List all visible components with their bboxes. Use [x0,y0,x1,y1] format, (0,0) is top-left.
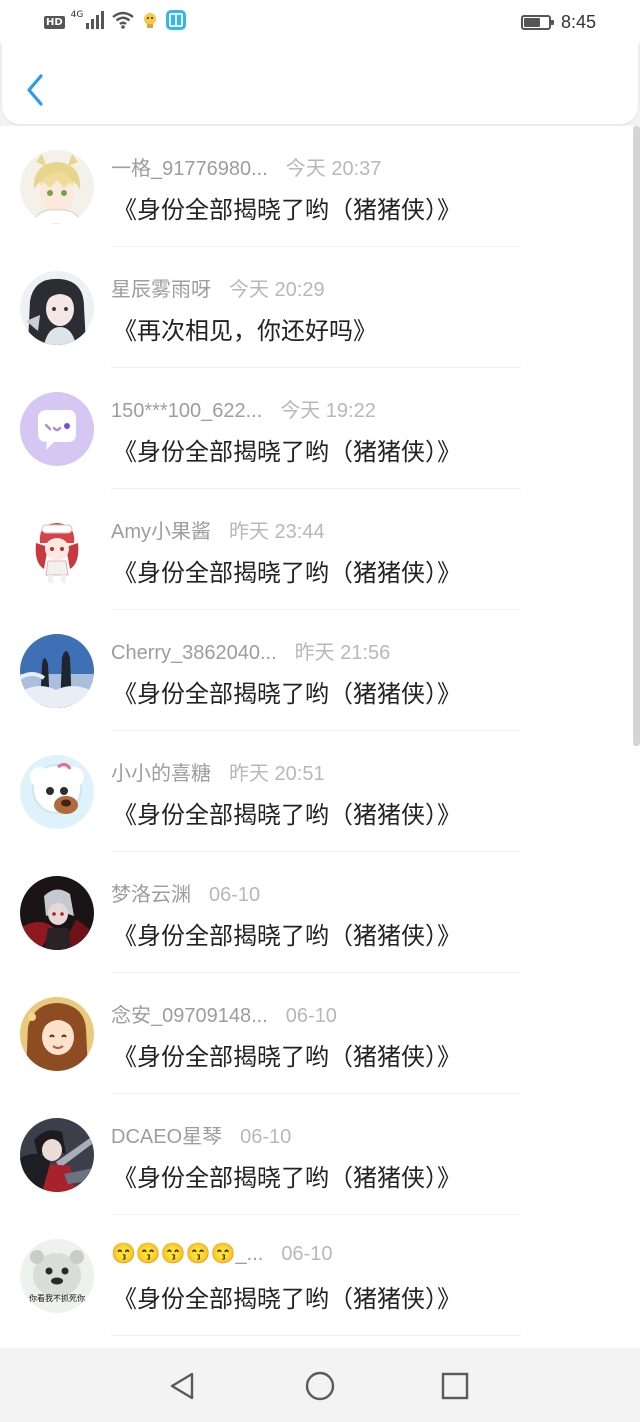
status-bar-left: HD 4G [44,10,187,34]
recents-square-icon [441,1372,469,1400]
battery-icon [520,14,554,30]
item-message[interactable]: 《身份全部揭晓了哟（猪猪侠）》 [113,674,461,709]
status-bar-right: 8:45 [520,10,596,34]
avatar[interactable] [20,513,94,587]
item-header: 梦洛云渊 06-10 [111,878,260,906]
list-item[interactable]: 星辰雾雨呀 今天 20:29 《再次相见，你还好吗》 [0,247,640,368]
nav-back-button[interactable] [166,1368,202,1404]
back-triangle-icon [170,1372,194,1400]
avatar[interactable] [20,1118,94,1192]
avatar[interactable] [20,150,94,224]
item-time: 06-10 [281,1243,333,1265]
avatar[interactable] [20,271,94,345]
item-header: Cherry_3862040... 昨天 21:56 [111,636,390,664]
list-item[interactable]: 你看我不抓死你 😙😙😙😙😙_... 06-10 《身份全部揭晓了哟（猪猪侠）》 [0,1215,640,1336]
avatar[interactable] [20,634,94,708]
message-list[interactable]: 一格_91776980... 今天 20:37 《身份全部揭晓了哟（猪猪侠）》 星… [0,126,640,1348]
item-message[interactable]: 《身份全部揭晓了哟（猪猪侠）》 [113,1279,461,1314]
item-header: Amy小果酱 昨天 23:44 [111,515,325,543]
item-name[interactable]: 150***100_622... [111,400,262,423]
item-time: 昨天 21:56 [294,642,391,664]
list-item[interactable]: Amy小果酱 昨天 23:44 《身份全部揭晓了哟（猪猪侠）》 [0,489,640,610]
avatar[interactable] [20,755,94,829]
hd-badge-icon: HD [44,15,65,29]
item-header: DCAEO星琴 06-10 [111,1120,291,1148]
item-time: 今天 20:37 [285,158,382,180]
system-nav-bar [0,1350,640,1422]
item-time: 06-10 [285,1005,337,1027]
item-name[interactable]: 😙😙😙😙😙_... [111,1241,263,1266]
item-time: 今天 19:22 [280,400,376,422]
signal-icon [85,11,105,33]
anime-girl-brown-hair-avatar [20,997,94,1071]
item-message[interactable]: 《再次相见，你还好吗》 [113,311,377,346]
item-message[interactable]: 《身份全部揭晓了哟（猪猪侠）》 [113,1158,461,1193]
list-item[interactable]: 念安_09709148... 06-10 《身份全部揭晓了哟（猪猪侠）》 [0,973,640,1094]
divider [111,1335,521,1336]
top-bar [2,40,638,124]
nav-home-button[interactable] [302,1368,338,1404]
home-circle-icon [305,1371,335,1401]
chevron-left-icon [27,74,43,106]
avatar-caption: 你看我不抓死你 [29,1293,85,1303]
meme-bear-avatar: 你看我不抓死你 [20,1239,94,1313]
item-time: 06-10 [240,1126,292,1148]
winter-scene-avatar [20,634,94,708]
item-message[interactable]: 《身份全部揭晓了哟（猪猪侠）》 [113,1037,461,1072]
status-time: 8:45 [560,11,596,32]
chibi-girl-red-avatar [20,513,94,587]
reader-app-icon [165,9,187,35]
list-item[interactable]: DCAEO星琴 06-10 《身份全部揭晓了哟（猪猪侠）》 [0,1094,640,1215]
back-button[interactable] [22,72,48,108]
avatar[interactable] [20,392,94,466]
item-name[interactable]: 一格_91776980... [111,152,268,181]
item-name[interactable]: Cherry_3862040... [111,642,277,665]
item-time: 06-10 [209,884,261,906]
notification-app-icon [141,11,159,33]
item-header: 😙😙😙😙😙_... 06-10 [111,1241,332,1269]
item-message[interactable]: 《身份全部揭晓了哟（猪猪侠）》 [113,190,461,225]
item-time: 昨天 20:51 [229,763,325,785]
avatar[interactable]: 你看我不抓死你 [20,1239,94,1313]
signal-type-label: 4G [70,10,84,20]
item-header: 一格_91776980... 今天 20:37 [111,152,381,180]
list-item[interactable]: 150***100_622... 今天 19:22 《身份全部揭晓了哟（猪猪侠）》 [0,368,640,489]
item-name[interactable]: 念安_09709148... [111,999,268,1028]
dark-red-anime-avatar [20,876,94,950]
nav-recents-button[interactable] [437,1368,473,1404]
default-chat-bubble-avatar [20,392,94,466]
item-header: 念安_09709148... 06-10 [111,999,337,1027]
item-name[interactable]: 小小的喜糖 [111,757,211,786]
item-header: 星辰雾雨呀 今天 20:29 [111,273,325,301]
item-message[interactable]: 《身份全部揭晓了哟（猪猪侠）》 [113,432,461,467]
avatar[interactable] [20,876,94,950]
item-name[interactable]: Amy小果酱 [111,515,211,544]
list-item[interactable]: 小小的喜糖 昨天 20:51 《身份全部揭晓了哟（猪猪侠）》 [0,731,640,852]
anime-warrior-avatar [20,1118,94,1192]
item-name[interactable]: DCAEO星琴 [111,1120,222,1149]
item-name[interactable]: 星辰雾雨呀 [111,273,211,302]
avatar[interactable] [20,997,94,1071]
list-item[interactable]: Cherry_3862040... 昨天 21:56 《身份全部揭晓了哟（猪猪侠）… [0,610,640,731]
scrollbar[interactable] [633,126,640,746]
item-name[interactable]: 梦洛云渊 [111,878,191,907]
item-time: 今天 20:29 [229,279,325,301]
item-header: 150***100_622... 今天 19:22 [111,394,376,422]
list-item[interactable]: 一格_91776980... 今天 20:37 《身份全部揭晓了哟（猪猪侠）》 [0,126,640,247]
item-message[interactable]: 《身份全部揭晓了哟（猪猪侠）》 [113,916,461,951]
item-header: 小小的喜糖 昨天 20:51 [111,757,325,785]
anime-boy-blonde-avatar [20,150,94,224]
status-bar: HD 4G 8:45 [0,0,640,44]
cartoon-sheep-avatar [20,755,94,829]
item-message[interactable]: 《身份全部揭晓了哟（猪猪侠）》 [113,795,461,830]
anime-girl-dark-hair-avatar [20,271,94,345]
list-item[interactable]: 梦洛云渊 06-10 《身份全部揭晓了哟（猪猪侠）》 [0,852,640,973]
wifi-icon [111,11,135,33]
item-time: 昨天 23:44 [229,521,325,543]
item-message[interactable]: 《身份全部揭晓了哟（猪猪侠）》 [113,553,461,588]
